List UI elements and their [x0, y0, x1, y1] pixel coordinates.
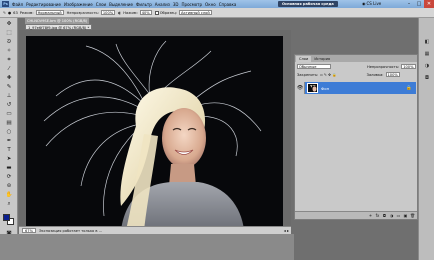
layer-row[interactable]: 👁 Фон 🔒	[296, 82, 416, 94]
menu-filter[interactable]: Фильтр	[136, 2, 152, 7]
lock-icon: 🔒	[406, 85, 412, 91]
panel-tabs: Слои История	[295, 55, 417, 62]
menu-view[interactable]: Просмотр	[182, 2, 203, 7]
menu-image[interactable]: Изображение	[64, 2, 93, 7]
lock-icons[interactable]: ▫ ✎ ✥ 🔒	[320, 73, 336, 77]
cs-live-icon: ◉	[362, 1, 366, 6]
options-bar: ✎ ● 63 Режим: Нормальный Непрозрачность:…	[0, 8, 434, 18]
menu-edit[interactable]: Редактирование	[26, 2, 61, 7]
fill-label: Заливка:	[366, 72, 384, 77]
collapsed-panels-strip: ◧ ▦ ◑ ◘	[418, 18, 434, 260]
status-zoom-input[interactable]: 67%	[22, 228, 36, 233]
crop-tool-icon[interactable]: ⌗	[3, 56, 15, 64]
adjustments-panel-icon[interactable]: ◑	[422, 62, 432, 70]
status-info-text[interactable]: Экспозиция работает только в ...	[39, 229, 102, 233]
move-tool-icon[interactable]: ✥	[3, 20, 15, 28]
eyedropper-tool-icon[interactable]: ⁄	[3, 65, 15, 73]
brush-tool-icon[interactable]: ✎	[3, 83, 15, 91]
adjustment-icon[interactable]: ◑	[389, 213, 394, 218]
masks-panel-icon[interactable]: ◘	[422, 74, 432, 82]
lock-fill-row: Закрепить: ▫ ✎ ✥ 🔒 Заливка: 100%	[297, 72, 400, 77]
fill-input[interactable]: 100%	[385, 72, 400, 77]
pressure-input[interactable]: 40%	[139, 10, 152, 15]
layers-panel-footer: ⚭ fx ◘ ◑ ▭ ▣ 🗑	[295, 211, 417, 219]
blend-mode-select[interactable]: Обычные	[297, 64, 331, 69]
lasso-tool-icon[interactable]: ᘐ	[3, 38, 15, 46]
maximize-button[interactable]: □	[414, 0, 424, 8]
tab-layers[interactable]: Слои	[296, 55, 312, 62]
mode-select[interactable]: Нормальный	[35, 10, 64, 15]
trash-icon[interactable]: 🗑	[410, 213, 415, 218]
mask-icon[interactable]: ◘	[382, 213, 387, 218]
fx-icon[interactable]: fx	[375, 213, 380, 218]
minimize-button[interactable]: –	[404, 0, 414, 8]
layer-thumbnail-image	[308, 84, 317, 92]
color-panel-icon[interactable]: ◧	[422, 38, 432, 46]
foreground-color-swatch[interactable]	[3, 214, 10, 221]
tools-panel: ✥ ⬚ ᘐ ✧ ⌗ ⁄ ✚ ✎ ⊥ ↺ ▭ ▤ ○ ✒ T ➤ ▬ ⟳ ⊚ ✋ …	[0, 18, 18, 260]
status-bar: 67% Экспозиция работает только в ... ◂ ▸	[19, 226, 291, 234]
layer-thumbnail	[307, 83, 318, 93]
horizontal-scroll-arrows[interactable]: ◂ ▸	[284, 228, 289, 233]
menu-file[interactable]: Файл	[12, 2, 23, 7]
zoom-tool-icon[interactable]: ⌕	[3, 200, 15, 208]
tab-history[interactable]: История	[311, 56, 333, 62]
close-button[interactable]: ✕	[424, 0, 434, 8]
workspace-switcher-button[interactable]: Основная рабочая среда	[278, 1, 338, 7]
pen-tool-icon[interactable]: ✒	[3, 137, 15, 145]
menu-analysis[interactable]: Анализ	[155, 2, 170, 7]
sample-select[interactable]: Активный слой	[179, 10, 212, 15]
eraser-tool-icon[interactable]: ▭	[3, 110, 15, 118]
hand-tool-icon[interactable]: ✋	[3, 191, 15, 199]
3d-rotate-tool-icon[interactable]: ⟳	[3, 173, 15, 181]
sample-all-layers-checkbox[interactable]	[154, 10, 159, 15]
photo-canvas[interactable]	[26, 36, 283, 230]
lock-label: Закрепить:	[297, 72, 319, 77]
portrait-photo	[26, 36, 283, 230]
pressure-label: Нажим:	[123, 10, 138, 15]
marquee-tool-icon[interactable]: ⬚	[3, 29, 15, 37]
shape-tool-icon[interactable]: ▬	[3, 164, 15, 172]
healing-tool-icon[interactable]: ✚	[3, 74, 15, 82]
eye-icon[interactable]: 👁	[296, 82, 305, 94]
menu-window[interactable]: Окно	[205, 2, 216, 7]
folder-icon[interactable]: ▭	[396, 213, 401, 218]
document-tabs: CHLNOV9SE.bm @ 100% (RGB/8) 1_97e6f78f9.…	[19, 18, 434, 30]
new-layer-icon[interactable]: ▣	[403, 213, 408, 218]
photoshop-logo: Ps	[2, 1, 9, 7]
layers-panel: Слои История Обычные Непрозрачность: 100…	[294, 54, 418, 220]
menu-3d[interactable]: 3D	[173, 2, 179, 7]
opacity-input[interactable]: 100%	[100, 10, 116, 15]
menu-layers[interactable]: Слои	[96, 2, 106, 7]
workspace-background	[0, 234, 294, 260]
clone-stamp-tool-icon[interactable]: ⊥	[3, 92, 15, 100]
cs-live-button[interactable]: ◉ CS Live	[362, 1, 381, 6]
canvas-area	[19, 30, 291, 238]
3d-orbit-tool-icon[interactable]: ⊚	[3, 182, 15, 190]
pressure-opacity-icon[interactable]: ◐	[118, 11, 121, 15]
history-brush-tool-icon[interactable]: ↺	[3, 101, 15, 109]
swatches-panel-icon[interactable]: ▦	[422, 50, 432, 58]
opacity-label: Непрозрачность:	[66, 10, 99, 15]
mode-label: Режим:	[19, 10, 34, 15]
menu-help[interactable]: Справка	[219, 2, 237, 7]
type-tool-icon[interactable]: T	[3, 146, 15, 154]
cs-live-label: CS Live	[366, 1, 382, 6]
brush-tool-icon[interactable]: ✎	[3, 11, 6, 15]
panel-opacity-input[interactable]: 100%	[401, 64, 416, 69]
menu-select[interactable]: Выделение	[109, 2, 133, 7]
sample-label: Образец:	[159, 10, 178, 15]
layer-name[interactable]: Фон	[321, 86, 329, 91]
brush-preset-icon[interactable]: ●	[8, 11, 11, 15]
blend-opacity-row: Обычные Непрозрачность: 100%	[297, 64, 416, 69]
path-select-tool-icon[interactable]: ➤	[3, 155, 15, 163]
gradient-tool-icon[interactable]: ▤	[3, 119, 15, 127]
quick-select-tool-icon[interactable]: ✧	[3, 47, 15, 55]
brush-size[interactable]: 63	[13, 11, 18, 15]
panel-opacity-label: Непрозрачность:	[367, 64, 400, 69]
dodge-tool-icon[interactable]: ○	[3, 128, 15, 136]
link-icon[interactable]: ⚭	[368, 213, 373, 218]
